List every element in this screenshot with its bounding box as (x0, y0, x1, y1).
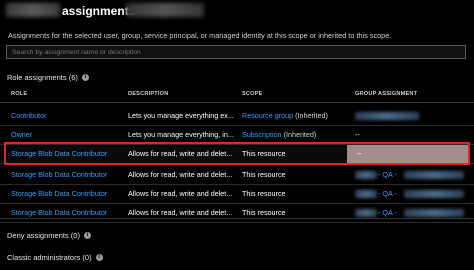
highlight-border (4, 142, 470, 165)
role-link[interactable]: Contributor (11, 111, 47, 120)
column-header-group-assignment[interactable]: GROUP ASSIGNMENT (355, 91, 417, 97)
column-header-description[interactable]: DESCRIPTION (128, 91, 168, 97)
scope-link[interactable]: Resource group (242, 111, 293, 120)
role-description: Allows for read, write and delet... (128, 170, 233, 179)
header: assignments - (0, 0, 474, 26)
table-row: Storage Blob Data Contributor Allows for… (0, 204, 474, 223)
scope-inherited: (Inherited) (295, 111, 328, 120)
info-icon[interactable]: i (81, 74, 89, 81)
info-icon[interactable]: i (83, 232, 91, 239)
table-row-highlighted: Storage Blob Data Contributor Allows for… (0, 142, 474, 165)
redacted-resource-name (6, 3, 60, 17)
group-assignment-link[interactable]: - QA - (378, 189, 397, 198)
group-assignment: -- (355, 130, 360, 139)
redacted-group-prefix (355, 209, 377, 217)
deny-assignments-header: Deny assignments (0) i (7, 231, 91, 240)
scope-cell: Subscription (Inherited) (242, 130, 316, 139)
redacted-identity-name (126, 3, 204, 17)
classic-admins-header: Classic administrators (0) i (7, 253, 103, 262)
role-link[interactable]: Storage Blob Data Contributor (11, 170, 107, 179)
classic-admins-label: Classic administrators (0) (7, 253, 92, 262)
redacted-group (355, 112, 419, 120)
section-divider (0, 218, 474, 219)
column-header-role[interactable]: ROLE (11, 91, 27, 97)
role-link[interactable]: Storage Blob Data Contributor (11, 208, 107, 217)
scope-text: This resource (242, 208, 286, 217)
column-header-scope[interactable]: SCOPE (242, 91, 263, 97)
table-row: Storage Blob Data Contributor Allows for… (0, 185, 474, 204)
table-header: ROLE DESCRIPTION SCOPE GROUP ASSIGNMENT (0, 88, 474, 103)
table-row: Contributor Lets you manage everything e… (0, 107, 474, 126)
role-description: Lets you manage everything, in... (128, 130, 234, 139)
redacted-group-suffix (404, 190, 464, 198)
deny-assignments-label: Deny assignments (0) (7, 231, 80, 240)
role-assignments-label: Role assignments (6) (7, 73, 78, 82)
group-assignment-link[interactable]: - QA - (378, 170, 397, 179)
scope-text: This resource (242, 170, 286, 179)
role-assignments-header: Role assignments (6) i (7, 73, 89, 82)
redacted-group-suffix (404, 171, 464, 179)
role-description: Allows for read, write and delet... (128, 208, 233, 217)
redacted-group-prefix (355, 190, 377, 198)
info-icon[interactable]: i (95, 254, 103, 261)
scope-link[interactable]: Subscription (242, 130, 282, 139)
scope-cell: Resource group (Inherited) (242, 111, 328, 120)
redacted-group-suffix (404, 209, 464, 217)
scope-inherited: (Inherited) (283, 130, 317, 139)
search-input[interactable] (6, 45, 466, 59)
group-assignment-link[interactable]: - QA - (378, 208, 397, 217)
role-link[interactable]: Storage Blob Data Contributor (11, 189, 107, 198)
role-description: Lets you manage everything ex... (128, 111, 234, 120)
redacted-group-prefix (355, 171, 377, 179)
role-link[interactable]: Owner (11, 130, 32, 139)
role-description: Allows for read, write and delet... (128, 189, 233, 198)
scope-text: This resource (242, 189, 286, 198)
page-subtitle: Assignments for the selected user, group… (8, 31, 392, 40)
table-row: Storage Blob Data Contributor Allows for… (0, 166, 474, 185)
